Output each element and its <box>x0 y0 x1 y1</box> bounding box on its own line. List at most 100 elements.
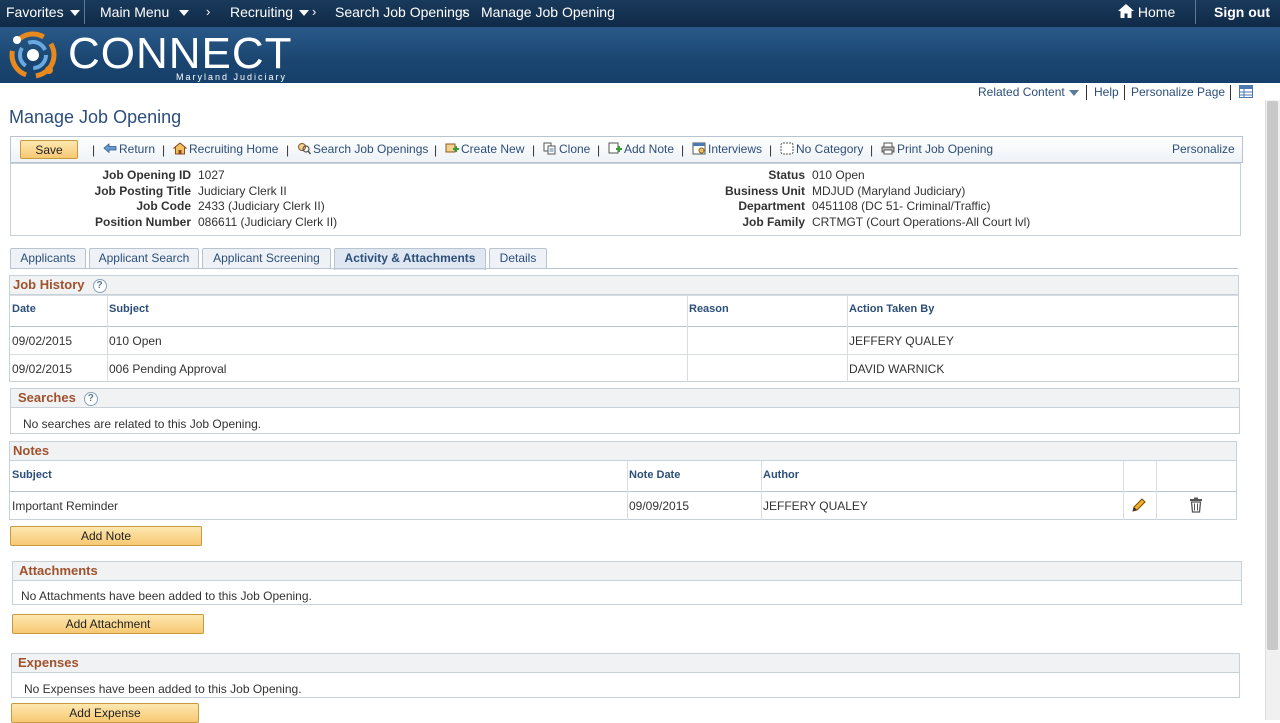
status-label: Status <box>768 168 805 182</box>
home-link[interactable]: Home <box>1118 4 1175 20</box>
job-history-title-text: Job History <box>13 277 85 292</box>
divider <box>10 326 1238 327</box>
breadcrumb-search-job-openings[interactable]: Search Job Openings <box>335 4 470 20</box>
help-link[interactable]: Help <box>1094 85 1119 99</box>
col-note-date: Note Date <box>629 469 681 481</box>
divider <box>1086 85 1087 100</box>
divider: | <box>434 143 438 157</box>
clone-link[interactable]: Clone <box>543 142 590 156</box>
add-note-link[interactable]: Add Note <box>608 142 674 156</box>
expenses-header <box>12 654 1239 673</box>
personalize-page-link[interactable]: Personalize Page <box>1131 85 1225 99</box>
job-history-title: Job History? <box>13 277 107 293</box>
tab-activity-attachments[interactable]: Activity & Attachments <box>334 248 486 270</box>
search-job-openings-link[interactable]: Search Job Openings <box>297 142 428 156</box>
help-icon[interactable]: ? <box>92 279 107 293</box>
department-label: Department <box>738 199 805 213</box>
position-number-label: Position Number <box>94 215 191 229</box>
col-author: Author <box>763 469 800 481</box>
note-author: JEFFERY QUALEY <box>763 499 868 513</box>
add-attachment-button[interactable]: Add Attachment <box>12 614 204 634</box>
row-action-by: JEFFERY QUALEY <box>849 334 954 348</box>
position-number-value: 086611 (Judiciary Clerk II) <box>198 215 338 229</box>
related-content-menu[interactable]: Related Content <box>978 85 1079 99</box>
add-expense-button[interactable]: Add Expense <box>11 703 199 723</box>
note-subject: Important Reminder <box>12 499 119 513</box>
home-icon <box>1118 4 1134 18</box>
return-link[interactable]: Return <box>103 142 155 156</box>
home-label: Home <box>1137 4 1176 20</box>
scrollbar-thumb[interactable] <box>1267 101 1278 650</box>
divider <box>1230 85 1231 100</box>
attachments-header <box>13 562 1241 581</box>
job-code-value: 2433 (Judiciary Clerk II) <box>198 199 325 213</box>
business-unit-value: MDJUD (Maryland Judiciary) <box>812 184 966 198</box>
divider: | <box>162 143 166 157</box>
divider <box>687 295 688 382</box>
row-subject: 010 Open <box>109 334 162 348</box>
add-note-button[interactable]: Add Note <box>10 526 202 546</box>
job-posting-title-value: Judiciary Clerk II <box>198 184 287 198</box>
create-new-link[interactable]: Create New <box>445 142 524 156</box>
searches-header <box>11 389 1239 408</box>
tab-underline <box>10 268 1238 269</box>
divider: | <box>597 143 601 157</box>
col-subject: Subject <box>109 303 149 315</box>
row-date: 09/02/2015 <box>12 334 73 348</box>
job-opening-id-value: 1027 <box>198 168 225 182</box>
chevron-down-icon <box>299 10 310 17</box>
divider: | <box>681 143 685 157</box>
note-date: 09/09/2015 <box>629 499 690 513</box>
recruiting-home-link[interactable]: Recruiting Home <box>173 142 278 156</box>
divider <box>1124 85 1125 100</box>
tab-applicants[interactable]: Applicants <box>10 248 86 269</box>
tab-applicant-screening[interactable]: Applicant Screening <box>202 248 331 269</box>
favorites-label: Favorites <box>6 4 64 20</box>
divider: | <box>870 143 874 157</box>
save-button[interactable]: Save <box>20 140 78 159</box>
add-note-icon <box>608 142 622 154</box>
divider: | <box>286 143 290 157</box>
no-category-link[interactable]: No Category <box>780 142 863 156</box>
help-icon[interactable]: ? <box>83 392 98 406</box>
print-icon <box>881 142 895 155</box>
personalize-link[interactable]: Personalize <box>1172 142 1235 156</box>
favorites-menu[interactable]: Favorites <box>6 4 80 20</box>
divider: | <box>532 143 536 157</box>
tab-applicant-search[interactable]: Applicant Search <box>89 248 199 269</box>
edit-pencil-icon[interactable] <box>1131 497 1147 513</box>
searches-title-text: Searches <box>18 390 76 405</box>
divider <box>1156 461 1157 520</box>
main-menu-label: Main Menu <box>100 4 170 20</box>
grid-layout-icon[interactable] <box>1239 85 1253 98</box>
notes-header <box>10 442 1236 461</box>
divider <box>10 354 1238 355</box>
row-subject: 006 Pending Approval <box>109 362 227 376</box>
connect-logo-icon <box>9 31 57 79</box>
col-action-taken-by: Action Taken By <box>849 303 935 315</box>
create-new-icon <box>445 143 459 153</box>
brand-subtitle: Maryland Judiciary <box>176 72 288 82</box>
job-opening-id-label: Job Opening ID <box>102 168 191 182</box>
return-arrow-icon <box>103 143 117 154</box>
divider <box>84 0 85 24</box>
delete-trash-icon[interactable] <box>1189 497 1203 513</box>
row-date: 09/02/2015 <box>12 362 73 376</box>
category-tag-icon <box>780 142 794 155</box>
job-history-section: Job History? Date Subject Reason Action … <box>9 275 1239 382</box>
main-menu[interactable]: Main Menu <box>100 4 190 20</box>
interviews-link[interactable]: Interviews <box>692 142 762 156</box>
chevron-down-icon <box>69 10 80 17</box>
divider: | <box>769 143 773 157</box>
chevron-right-icon: › <box>462 4 467 19</box>
calendar-icon <box>692 142 706 155</box>
top-nav-bar: Favorites Main Menu › Recruiting › Searc… <box>0 0 1280 27</box>
print-job-opening-label: Print Job Opening <box>897 142 994 156</box>
breadcrumb-recruiting[interactable]: Recruiting <box>230 4 310 20</box>
notes-section: Notes Subject Note Date Author Important… <box>9 441 1237 520</box>
breadcrumb-label: Recruiting <box>230 4 294 20</box>
signout-link[interactable]: Sign out <box>1214 4 1270 20</box>
searches-empty-message: No searches are related to this Job Open… <box>23 417 262 431</box>
print-job-opening-link[interactable]: Print Job Opening <box>881 142 993 156</box>
tab-details[interactable]: Details <box>489 248 547 269</box>
